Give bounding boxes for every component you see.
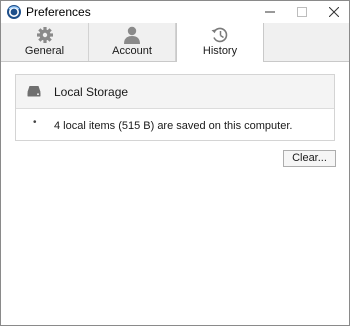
minimize-button[interactable]: [254, 1, 286, 23]
minimize-icon: [265, 11, 275, 13]
history-pane: Local Storage • 4 local items (515 B) ar…: [1, 62, 349, 325]
close-button[interactable]: [318, 1, 349, 23]
app-logo-icon: [6, 4, 22, 20]
window-title: Preferences: [26, 5, 91, 19]
list-bullet: •: [33, 117, 37, 128]
local-storage-title: Local Storage: [54, 85, 129, 99]
local-storage-header: Local Storage: [16, 75, 334, 109]
preferences-window: Preferences General Account History Loca…: [0, 0, 350, 326]
tab-account-label: Account: [112, 45, 152, 57]
tab-account[interactable]: Account: [89, 23, 176, 61]
gear-icon: [35, 26, 55, 44]
person-icon: [122, 26, 142, 44]
local-storage-panel: Local Storage • 4 local items (515 B) ar…: [15, 74, 335, 141]
local-items-info: 4 local items (515 B) are saved on this …: [54, 120, 293, 132]
maximize-icon: [297, 7, 307, 17]
history-icon: [210, 26, 230, 44]
close-icon: [329, 7, 339, 17]
tab-bar: General Account History: [1, 23, 349, 62]
maximize-button[interactable]: [286, 1, 318, 23]
hard-drive-icon: [27, 85, 41, 97]
title-bar: Preferences: [1, 1, 349, 23]
tab-general-label: General: [24, 45, 65, 57]
tab-history[interactable]: History: [176, 23, 264, 62]
tab-history-label: History: [202, 45, 238, 57]
clear-button[interactable]: Clear...: [283, 150, 336, 167]
tab-general[interactable]: General: [1, 23, 89, 61]
